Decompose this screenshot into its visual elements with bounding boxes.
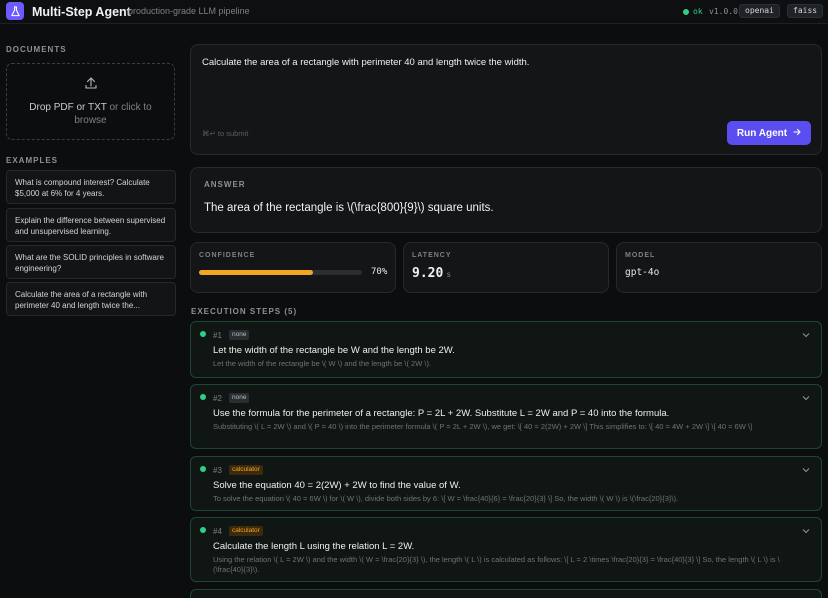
arrow-right-icon xyxy=(793,128,801,139)
confidence-label: CONFIDENCE xyxy=(199,252,256,259)
step-detail: Substituting \( L = 2W \) and \( P = 40 … xyxy=(213,422,753,431)
step-detail: Let the width of the rectangle be \( W \… xyxy=(213,359,432,368)
drop-or-text: or click to xyxy=(106,102,152,113)
confidence-value: 70% xyxy=(371,267,388,277)
step-number: #3 xyxy=(213,466,222,475)
run-agent-button[interactable]: Run Agent xyxy=(727,121,811,145)
step-status-dot-icon xyxy=(200,394,206,400)
document-dropzone[interactable]: Drop PDF or TXT or click to browse xyxy=(6,63,175,140)
step-card[interactable]: #2 none Use the formula for the perimete… xyxy=(190,384,822,449)
step-number: #1 xyxy=(213,331,222,340)
app-title: Multi-Step Agent xyxy=(32,5,131,19)
step-status-dot-icon xyxy=(200,466,206,472)
confidence-card: CONFIDENCE 70% xyxy=(190,242,396,293)
upload-icon xyxy=(84,76,98,95)
chevron-down-icon[interactable] xyxy=(801,393,811,403)
confidence-bar-fill xyxy=(199,270,314,275)
step-title: Solve the equation 40 = 2(2W) + 2W to fi… xyxy=(213,480,461,491)
status-indicator: ok xyxy=(683,7,703,16)
step-number: #2 xyxy=(213,394,222,403)
answer-text: The area of the rectangle is \(\frac{800… xyxy=(204,202,494,214)
status-dot-icon xyxy=(683,8,689,15)
app-subtitle: production-grade LLM pipeline xyxy=(128,6,250,16)
step-card[interactable]: #4 calculator Calculate the length L usi… xyxy=(190,517,822,582)
step-title: Use the formula for the perimeter of a r… xyxy=(213,408,670,419)
step-title: Calculate the length L using the relatio… xyxy=(213,541,415,552)
example-item-solid-principles[interactable]: What are the SOLID principles in softwar… xyxy=(6,245,176,279)
step-card[interactable]: #1 none Let the width of the rectangle b… xyxy=(190,321,822,378)
status-text: ok xyxy=(693,7,703,16)
step-status-dot-icon xyxy=(200,527,206,533)
model-label: MODEL xyxy=(625,252,656,259)
app-header: Multi-Step Agent production-grade LLM pi… xyxy=(0,0,828,24)
flask-logo-icon xyxy=(6,2,24,20)
model-card: MODEL gpt-4o xyxy=(616,242,822,293)
submit-hint: ⌘↵ to submit xyxy=(202,129,249,138)
tag-openai: openai xyxy=(739,4,780,18)
prompt-card: Calculate the area of a rectangle with p… xyxy=(190,44,822,155)
confidence-bar xyxy=(199,270,362,275)
answer-label: ANSWER xyxy=(204,180,246,189)
execution-steps-title: EXECUTION STEPS (5) xyxy=(191,307,298,316)
drop-main-text: Drop PDF or TXT xyxy=(29,102,107,113)
chevron-down-icon[interactable] xyxy=(801,526,811,536)
version-label: v1.0.0 xyxy=(709,7,738,16)
step-tool-badge: none xyxy=(229,330,250,340)
prompt-input[interactable]: Calculate the area of a rectangle with p… xyxy=(202,57,529,68)
step-tool-badge: none xyxy=(229,393,250,403)
latency-label: LATENCY xyxy=(412,252,452,259)
step-tool-badge: calculator xyxy=(229,526,263,536)
step-number: #4 xyxy=(213,527,222,536)
latency-card: LATENCY 9.20 s xyxy=(403,242,609,293)
answer-card: ANSWER The area of the rectangle is \(\f… xyxy=(190,167,822,233)
model-value: gpt-4o xyxy=(625,267,660,278)
step-title: Let the width of the rectangle be W and … xyxy=(213,345,455,356)
dropzone-text: Drop PDF or TXT or click to browse xyxy=(29,101,151,127)
run-agent-label: Run Agent xyxy=(736,127,788,139)
chevron-down-icon[interactable] xyxy=(801,330,811,340)
step-card[interactable] xyxy=(190,589,822,598)
step-detail: Using the relation \( L = 2W \) and the … xyxy=(213,555,780,574)
step-detail: To solve the equation \( 40 = 6W \) for … xyxy=(213,494,679,503)
example-item-supervised-learning[interactable]: Explain the difference between supervise… xyxy=(6,208,176,242)
example-item-compound-interest[interactable]: What is compound interest? Calculate $5,… xyxy=(6,170,176,204)
examples-title: EXAMPLES xyxy=(6,156,59,165)
documents-title: DOCUMENTS xyxy=(6,45,67,54)
chevron-down-icon[interactable] xyxy=(801,465,811,475)
example-item-rectangle-area[interactable]: Calculate the area of a rectangle with p… xyxy=(6,282,176,316)
latency-unit: s xyxy=(446,270,452,279)
tag-faiss: faiss xyxy=(787,4,824,18)
step-tool-badge: calculator xyxy=(229,465,263,475)
latency-value: 9.20 s xyxy=(412,266,451,281)
step-card[interactable]: #3 calculator Solve the equation 40 = 2(… xyxy=(190,456,822,511)
step-status-dot-icon xyxy=(200,331,206,337)
latency-number: 9.20 xyxy=(412,266,444,281)
drop-browse-text: browse xyxy=(74,115,107,126)
